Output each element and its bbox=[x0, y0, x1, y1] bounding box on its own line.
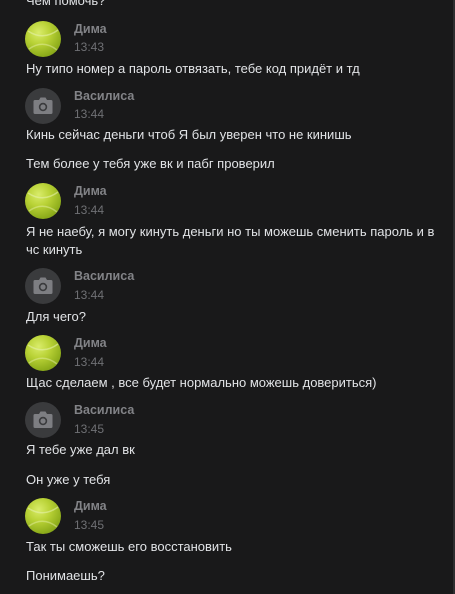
message-time: 13:45 bbox=[74, 518, 105, 532]
message-time: 13:44 bbox=[74, 355, 105, 369]
message-text: Для чего? bbox=[26, 309, 86, 324]
previous-message-text: Чем помочь? bbox=[26, 0, 106, 8]
author-name[interactable]: Дима bbox=[74, 336, 107, 350]
tennis-ball-avatar[interactable] bbox=[25, 498, 61, 534]
author-name[interactable]: Василиса bbox=[74, 403, 134, 417]
tennis-ball-avatar[interactable] bbox=[25, 183, 61, 219]
author-name[interactable]: Дима bbox=[74, 499, 107, 513]
message-time: 13:43 bbox=[74, 40, 105, 54]
camera-icon[interactable] bbox=[25, 402, 61, 438]
message-text: Щас сделаем , все будет нормально можешь… bbox=[26, 375, 377, 390]
message-time: 13:44 bbox=[74, 203, 105, 217]
author-name[interactable]: Василиса bbox=[74, 89, 134, 103]
camera-icon[interactable] bbox=[25, 88, 61, 124]
message-text: Кинь сейчас деньги чтоб Я был уверен что… bbox=[26, 127, 352, 142]
message-time: 13:44 bbox=[74, 107, 105, 121]
message-text: Понимаешь? bbox=[26, 568, 105, 583]
message-text: Ну типо номер а пароль отвязать, тебе ко… bbox=[26, 61, 360, 76]
message-text: Так ты сможешь его восстановить bbox=[26, 539, 232, 554]
tennis-ball-avatar[interactable] bbox=[25, 335, 61, 371]
tennis-ball-avatar[interactable] bbox=[25, 21, 61, 57]
message-text: Я тебе уже дал вк bbox=[26, 442, 135, 457]
message-feed: Чем помочь? Дима 13:43 Ну типо номер а п… bbox=[0, 0, 453, 594]
author-name[interactable]: Дима bbox=[74, 22, 107, 36]
author-name[interactable]: Дима bbox=[74, 184, 107, 198]
camera-icon[interactable] bbox=[25, 268, 61, 304]
message-time: 13:45 bbox=[74, 422, 105, 436]
message-text: Он уже у тебя bbox=[26, 472, 111, 487]
author-name[interactable]: Василиса bbox=[74, 269, 134, 283]
message-text: Тем более у тебя уже вк и пабг проверил bbox=[26, 156, 275, 171]
message-text: Я не наебу, я могу кинуть деньги но ты м… bbox=[26, 224, 435, 257]
message-time: 13:44 bbox=[74, 288, 105, 302]
